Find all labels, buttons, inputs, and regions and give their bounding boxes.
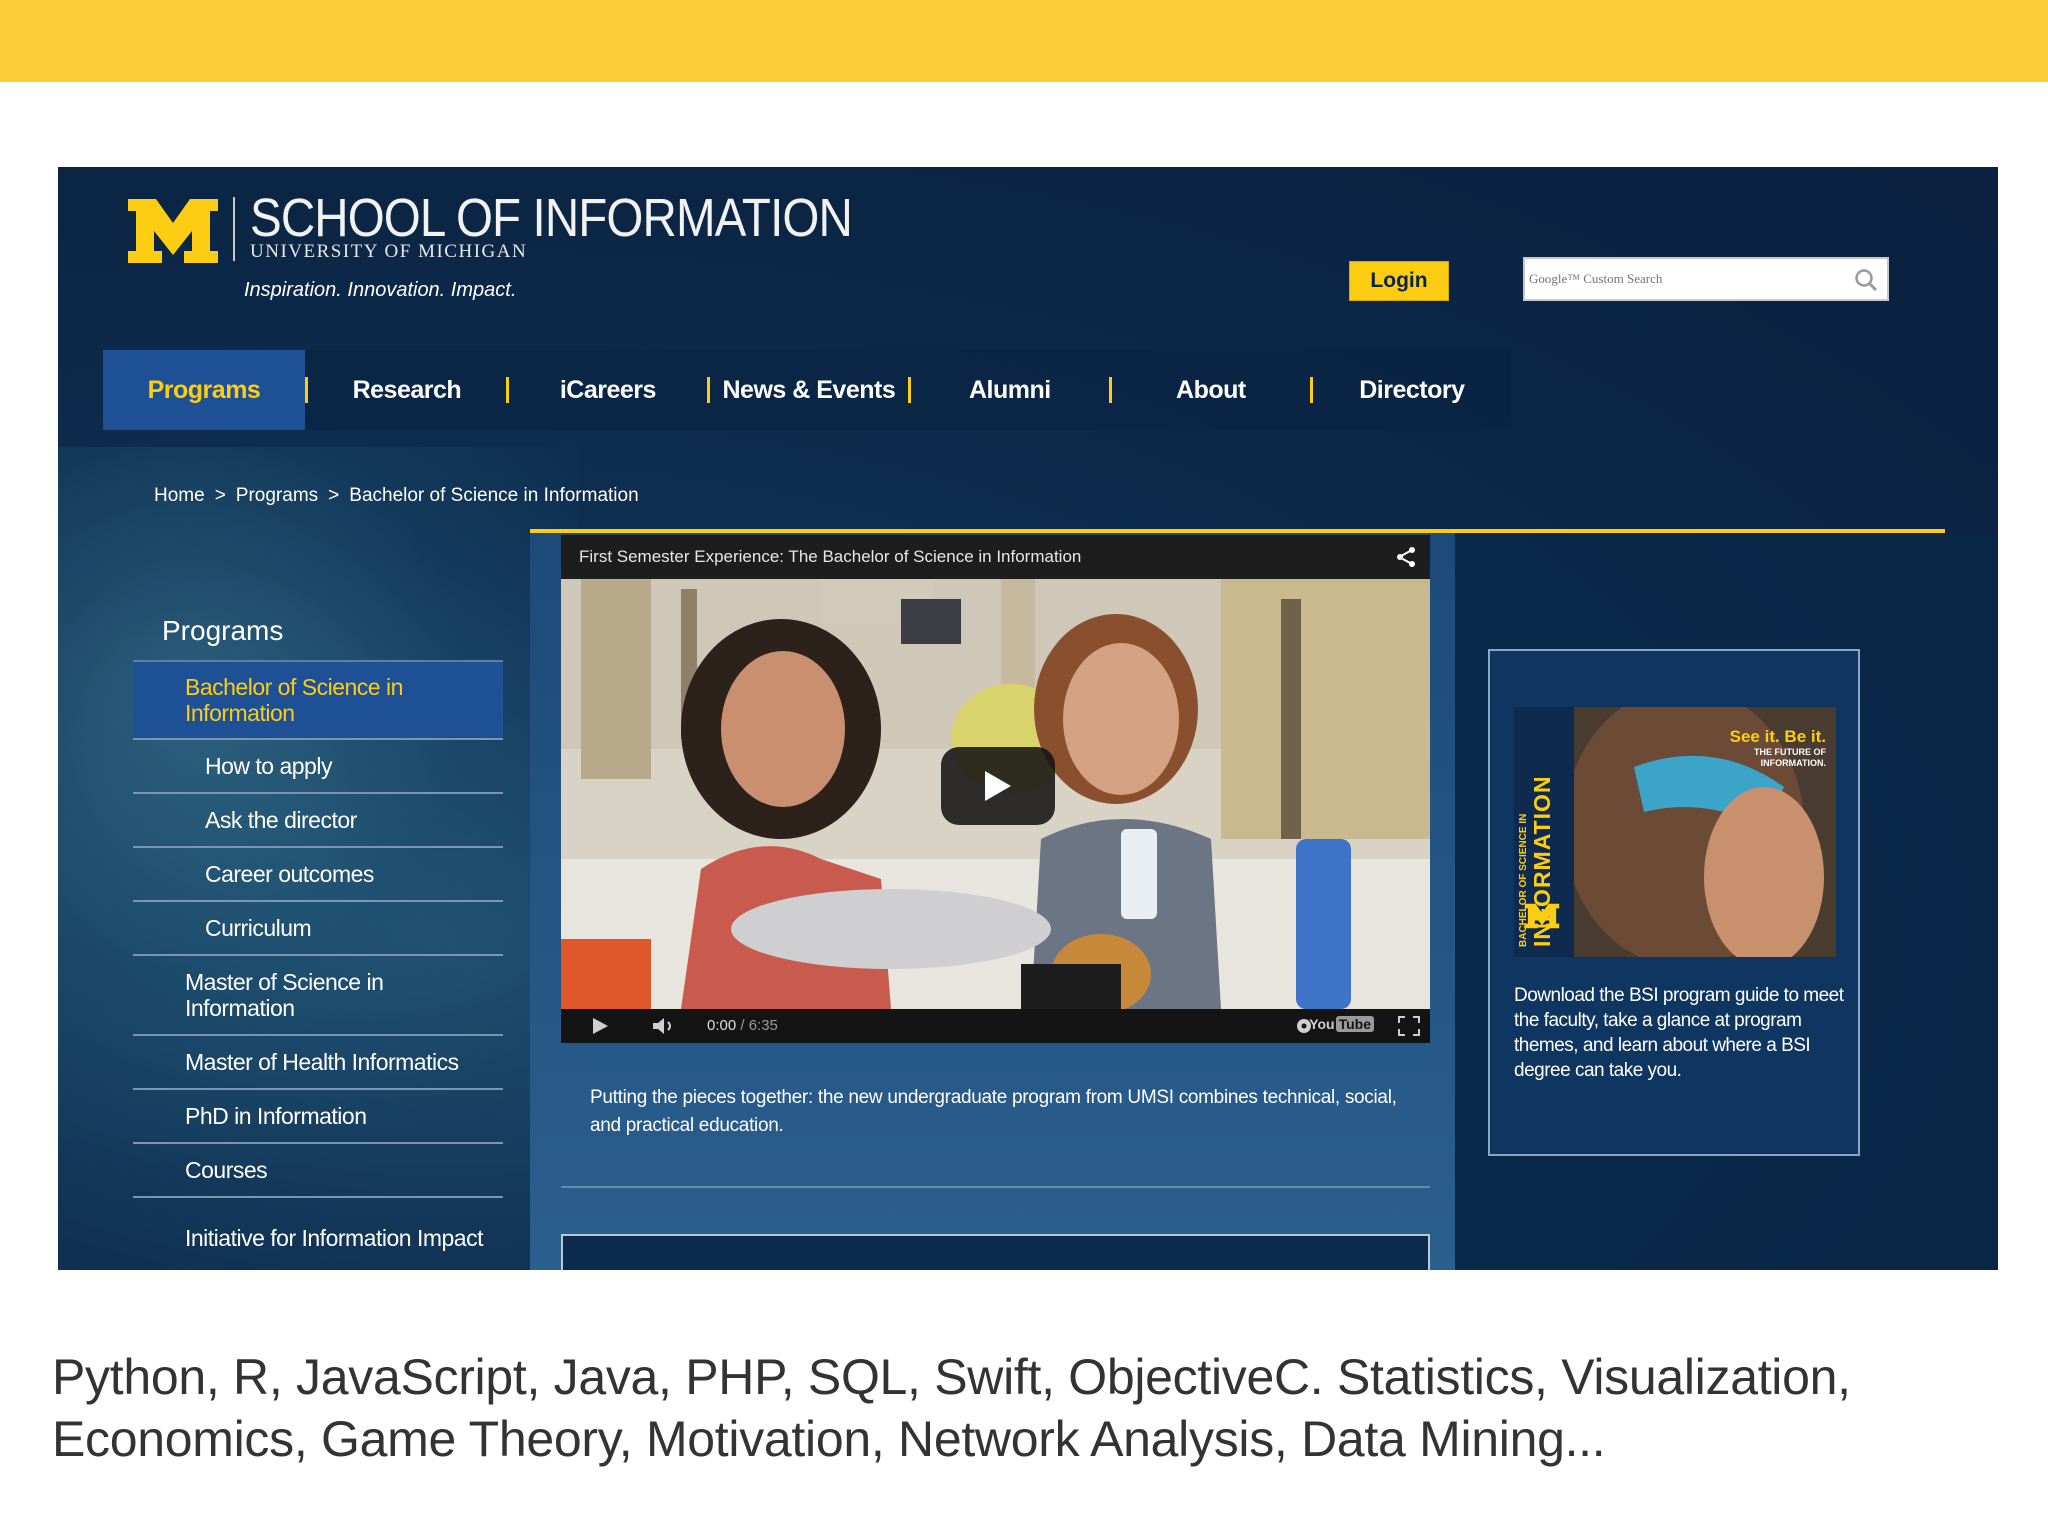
nav-item-icareers[interactable]: iCareers xyxy=(509,350,707,430)
sidebar-item-label: Master of Health Informatics xyxy=(185,1049,459,1075)
slide-header-band xyxy=(0,0,2048,82)
slide-body-text: Python, R, JavaScript, Java, PHP, SQL, S… xyxy=(52,1349,1851,1467)
sidebar-item-phd[interactable]: PhD in Information xyxy=(133,1090,503,1144)
fullscreen-icon[interactable] xyxy=(1398,1016,1420,1036)
sidebar-item-courses[interactable]: Courses xyxy=(133,1144,503,1198)
sidebar-item-label: Bachelor of Science in Information xyxy=(185,674,403,726)
youtube-text: You xyxy=(1309,1016,1335,1032)
nav-item-directory[interactable]: Directory xyxy=(1313,350,1511,430)
logo-divider xyxy=(233,197,235,261)
video-title[interactable]: First Semester Experience: The Bachelor … xyxy=(561,535,1430,579)
sidebar-item-label: Career outcomes xyxy=(205,860,374,887)
promo-tagline: See it. Be it. THE FUTURE OF INFORMATION… xyxy=(1730,727,1826,769)
sidebar-item-label: Initiative for Information Impact xyxy=(185,1225,483,1251)
sidebar-item-label: PhD in Information xyxy=(185,1103,367,1129)
video-thumbnail[interactable] xyxy=(561,579,1430,1009)
breadcrumb-home[interactable]: Home xyxy=(154,485,205,507)
promo-tagline-sub2: INFORMATION. xyxy=(1760,758,1826,768)
search-box[interactable] xyxy=(1523,257,1889,301)
site-tagline: Inspiration. Innovation. Impact. xyxy=(244,279,517,301)
promo-tagline-sub1: THE FUTURE OF xyxy=(1754,747,1826,757)
video-player[interactable]: First Semester Experience: The Bachelor … xyxy=(561,535,1430,1043)
breadcrumb-current: Bachelor of Science in Information xyxy=(349,485,639,506)
play-small-icon[interactable] xyxy=(591,1017,609,1035)
bsi-promo-card[interactable]: BACHELOR OF SCIENCE IN INFORMATION See i… xyxy=(1488,649,1860,1156)
promo-m-logo xyxy=(1524,903,1560,929)
sidebar-item-label: How to apply xyxy=(205,752,332,779)
sidebar-heading: Programs xyxy=(162,615,284,646)
nav-item-alumni[interactable]: Alumni xyxy=(911,350,1109,430)
nav-item-research[interactable]: Research xyxy=(308,350,506,430)
video-time-current: 0:00 xyxy=(707,1017,737,1034)
sidebar-item-label: Master of Science in Information xyxy=(185,969,384,1021)
breadcrumb: Home > Programs > Bachelor of Science in… xyxy=(154,485,639,507)
search-input[interactable] xyxy=(1529,265,1849,293)
sidebar-item-curriculum[interactable]: Curriculum xyxy=(133,902,503,956)
breadcrumb-separator: > xyxy=(214,485,226,506)
promo-description: Download the BSI program guide to meet t… xyxy=(1514,985,1844,1081)
promo-tagline-main: See it. Be it. xyxy=(1729,727,1826,746)
sidebar-nav: Bachelor of Science in Information How t… xyxy=(133,660,503,1270)
main-nav: Programs Research iCareers News & Events… xyxy=(103,350,1511,430)
michigan-m-logo[interactable] xyxy=(126,197,220,265)
video-timestamp: 0:00 / 6:35 xyxy=(707,1017,778,1034)
caption-divider xyxy=(561,1186,1430,1188)
share-icon[interactable] xyxy=(1394,545,1418,569)
volume-icon[interactable] xyxy=(651,1016,679,1036)
sidebar-item-mhi[interactable]: Master of Health Informatics xyxy=(133,1036,503,1090)
video-controls: 0:00 / 6:35 You Tube xyxy=(561,1009,1430,1043)
lower-content-box xyxy=(561,1234,1430,1270)
youtube-tube-box: Tube xyxy=(1335,1016,1374,1032)
breadcrumb-separator: > xyxy=(328,485,340,506)
sidebar-item-bsi[interactable]: Bachelor of Science in Information xyxy=(133,660,503,740)
play-icon xyxy=(985,771,1011,801)
nav-item-news-events[interactable]: News & Events xyxy=(710,350,908,430)
sidebar-item-ask-director[interactable]: Ask the director xyxy=(133,794,503,848)
youtube-logo[interactable]: You Tube xyxy=(1309,1016,1374,1032)
sidebar-item-career-outcomes[interactable]: Career outcomes xyxy=(133,848,503,902)
sidebar-item-msi[interactable]: Master of Science in Information xyxy=(133,956,503,1036)
video-caption: Putting the pieces together: the new und… xyxy=(590,1087,1397,1136)
website-screenshot: SCHOOL OF INFORMATION UNIVERSITY OF MICH… xyxy=(58,167,1998,1270)
play-button[interactable] xyxy=(941,747,1055,825)
nav-item-about[interactable]: About xyxy=(1112,350,1310,430)
site-subtitle: UNIVERSITY OF MICHIGAN xyxy=(250,241,528,262)
sidebar-item-label: Ask the director xyxy=(205,806,357,833)
breadcrumb-programs[interactable]: Programs xyxy=(236,485,318,507)
login-button[interactable]: Login xyxy=(1349,261,1449,301)
sidebar-item-how-to-apply[interactable]: How to apply xyxy=(133,740,503,794)
search-icon[interactable] xyxy=(1853,267,1879,293)
sidebar-item-label: Curriculum xyxy=(205,914,312,941)
nav-item-programs[interactable]: Programs xyxy=(103,350,305,430)
sidebar-item-label: Courses xyxy=(185,1157,268,1183)
sidebar-item-initiative[interactable]: Initiative for Information Impact xyxy=(133,1198,503,1270)
video-time-total: / 6:35 xyxy=(740,1017,778,1034)
site-title[interactable]: SCHOOL OF INFORMATION xyxy=(250,187,853,249)
bsi-guide-image[interactable]: BACHELOR OF SCIENCE IN INFORMATION See i… xyxy=(1514,707,1836,957)
